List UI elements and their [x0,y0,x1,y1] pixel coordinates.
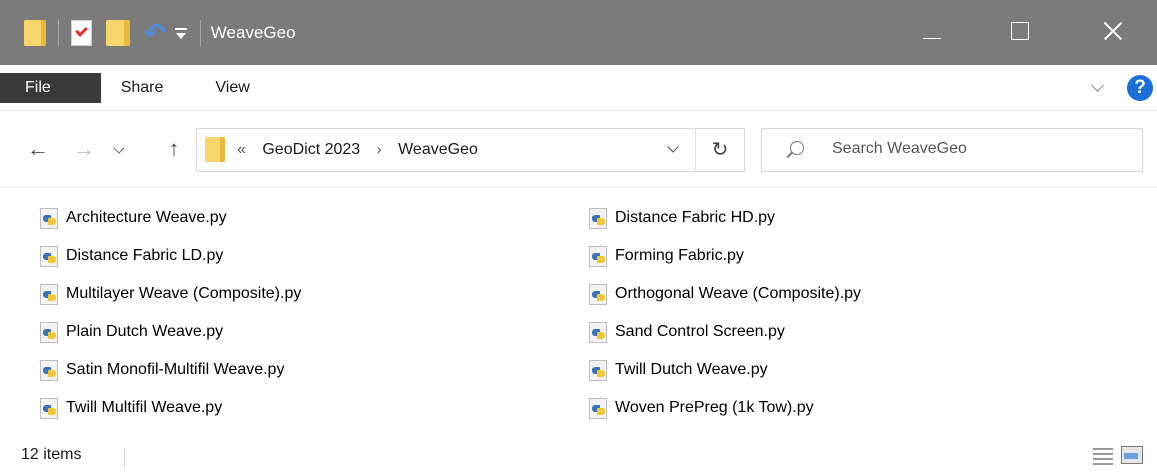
file-name: Distance Fabric LD.py [66,247,224,264]
search-box[interactable] [761,128,1143,172]
file-item[interactable]: Distance Fabric HD.py [587,203,775,233]
customize-toolbar-icon[interactable] [174,26,188,40]
file-name: Woven PrePreg (1k Tow).py [615,399,814,416]
file-name: Satin Monofil-Multifil Weave.py [66,361,285,378]
file-list: Architecture Weave.py Distance Fabric HD… [0,188,1157,428]
window-controls [887,0,1157,65]
breadcrumb-overflow-button[interactable]: « [237,141,246,158]
python-file-icon [587,397,609,419]
address-bar[interactable]: « GeoDict 2023 › WeaveGeo ↻ [196,128,745,172]
up-button[interactable]: ↑ [156,131,192,167]
file-name: Sand Control Screen.py [615,323,785,340]
window-title: WeaveGeo [210,22,296,42]
file-name: Architecture Weave.py [66,209,227,226]
breadcrumb-geodict[interactable]: GeoDict 2023 [262,141,360,158]
python-file-icon [38,245,60,267]
tab-file[interactable]: File [0,72,101,103]
forward-button[interactable]: → [66,131,102,167]
ribbon-right: ? [1091,65,1157,110]
tab-view[interactable]: View [189,65,275,110]
large-icons-view-icon[interactable] [1121,446,1143,464]
address-dropdown-button[interactable] [653,129,693,171]
status-divider [124,448,125,468]
folder-icon [24,19,46,46]
breadcrumb-separator-icon[interactable]: › [377,141,382,158]
file-item[interactable]: Orthogonal Weave (Composite).py [587,279,861,309]
python-file-icon [587,283,609,305]
file-name: Plain Dutch Weave.py [66,323,224,340]
file-item[interactable]: Satin Monofil-Multifil Weave.py [38,355,284,385]
file-item[interactable]: Multilayer Weave (Composite).py [38,279,301,309]
file-name: Twill Multifil Weave.py [66,399,223,416]
file-item[interactable]: Sand Control Screen.py [587,317,785,347]
properties-icon[interactable] [71,19,92,46]
file-name: Twill Dutch Weave.py [615,361,768,378]
quick-access-toolbar: ↶ [0,0,188,65]
file-item[interactable]: Forming Fabric.py [587,241,744,271]
python-file-icon [38,321,60,343]
file-name: Orthogonal Weave (Composite).py [615,285,862,302]
refresh-button[interactable]: ↻ [695,129,744,171]
python-file-icon [587,207,609,229]
file-name: Multilayer Weave (Composite).py [66,285,302,302]
explorer-window: ↶ WeaveGeo File Home Share View ? ← → ↑ [0,0,1157,472]
breadcrumb: « GeoDict 2023 › WeaveGeo [237,129,478,171]
navigation-bar: ← → ↑ « GeoDict 2023 › WeaveGeo ↻ [0,111,1157,188]
python-file-icon [587,245,609,267]
python-file-icon [38,397,60,419]
file-item[interactable]: Distance Fabric LD.py [38,241,223,271]
maximize-button[interactable] [977,0,1067,65]
toolbar-divider [58,19,59,46]
minimize-button[interactable] [887,0,977,65]
back-button[interactable]: ← [20,131,56,167]
file-item[interactable]: Architecture Weave.py [38,203,227,233]
breadcrumb-weavegeo[interactable]: WeaveGeo [398,141,478,158]
ribbon: File Home Share View ? [0,65,1157,111]
title-divider [199,19,201,46]
item-count: 12 items [21,446,82,463]
title-bar: ↶ WeaveGeo [0,0,1157,65]
recent-locations-button[interactable] [110,131,130,167]
search-input[interactable] [832,135,1122,163]
close-button[interactable] [1067,0,1157,65]
python-file-icon [38,207,60,229]
python-file-icon [587,359,609,381]
file-item[interactable]: Woven PrePreg (1k Tow).py [587,393,814,423]
expand-ribbon-icon[interactable] [1091,81,1105,95]
file-name: Forming Fabric.py [615,247,744,264]
tab-share[interactable]: Share [95,65,190,110]
python-file-icon [38,283,60,305]
file-name: Distance Fabric HD.py [615,209,776,226]
status-bar: 12 items [0,440,1157,472]
file-item[interactable]: Twill Multifil Weave.py [38,393,222,423]
new-folder-icon[interactable] [106,19,130,46]
help-icon[interactable]: ? [1127,74,1153,101]
file-item[interactable]: Twill Dutch Weave.py [587,355,768,385]
python-file-icon [587,321,609,343]
python-file-icon [38,359,60,381]
undo-icon[interactable]: ↶ [144,20,166,46]
file-item[interactable]: Plain Dutch Weave.py [38,317,223,347]
details-view-icon[interactable] [1093,445,1113,465]
search-icon [790,141,804,155]
folder-icon [205,137,225,162]
